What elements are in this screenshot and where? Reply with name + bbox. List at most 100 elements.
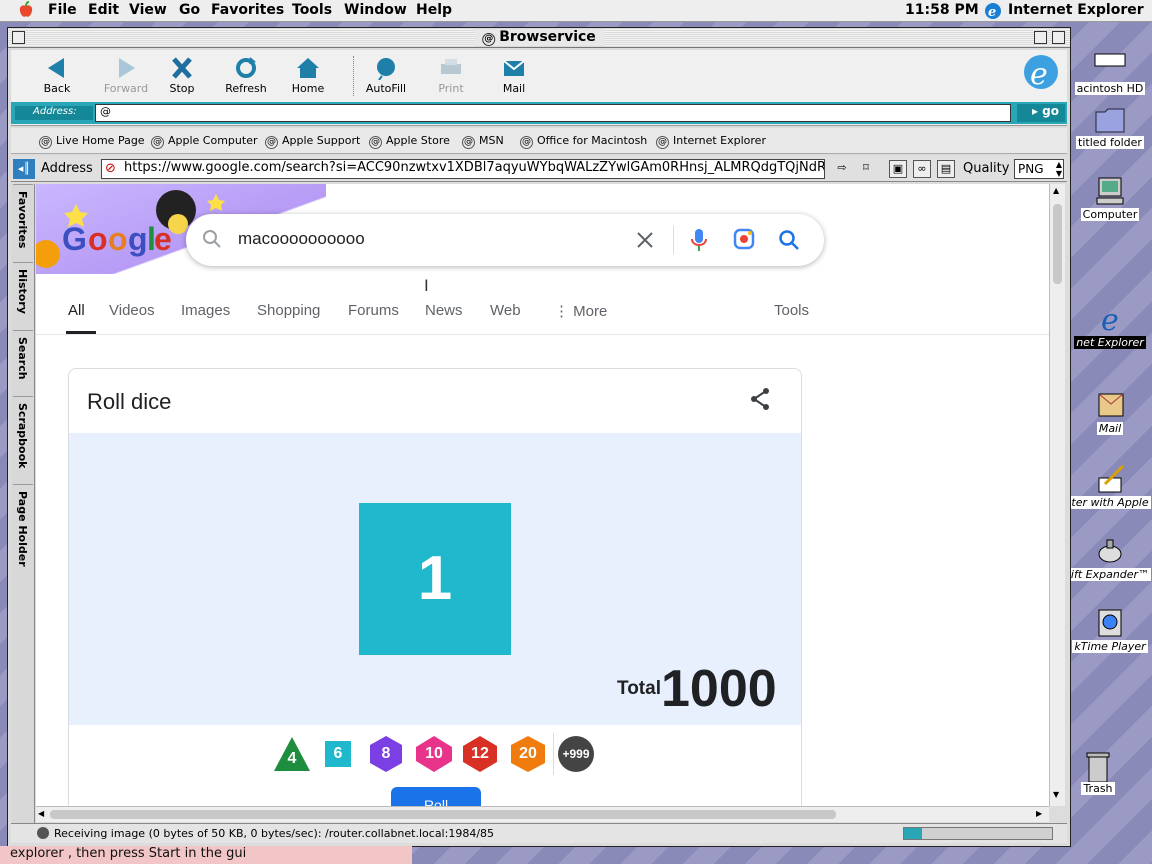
scroll-left-icon[interactable]: ◀ xyxy=(38,809,44,818)
menu-tools[interactable]: Tools xyxy=(292,2,332,18)
at-icon: @ xyxy=(39,136,52,149)
dice-roller-card: Roll dice 1 Total 1000 4 6 8 10 12 20 +9… xyxy=(68,368,802,806)
desktop-icon-quicktime[interactable]: kTime Player xyxy=(1068,608,1152,653)
app-switcher-ie-icon[interactable]: e xyxy=(984,2,1002,24)
refresh-button[interactable]: Refresh xyxy=(216,56,276,95)
stop-x-icon xyxy=(169,56,195,80)
desktop-icon-hd[interactable]: acintosh HD xyxy=(1068,50,1152,95)
zoom-box[interactable] xyxy=(1034,31,1047,44)
die-d4-button[interactable]: 4 xyxy=(273,735,311,773)
bookmark-icon[interactable]: ⌑ xyxy=(857,160,875,178)
sidebar-toggle-icon[interactable]: ◂║ xyxy=(13,159,35,179)
die-d10-button[interactable]: 10 xyxy=(415,735,453,773)
tab-forums[interactable]: Forums xyxy=(348,302,399,319)
desktop-icon-stuffit[interactable]: ift Expander™ xyxy=(1068,536,1152,581)
favorite-internet-explorer[interactable]: @ Internet Explorer xyxy=(656,134,766,149)
collapse-box[interactable] xyxy=(1052,31,1065,44)
forward-button[interactable]: Forward xyxy=(96,56,156,95)
menu-file[interactable]: File xyxy=(48,2,77,18)
page-at-icon: @ xyxy=(482,33,496,46)
tab-page-holder[interactable]: Page Holder xyxy=(13,484,33,594)
mail-icon xyxy=(1093,390,1127,420)
address-field[interactable]: @ xyxy=(95,104,1011,122)
tab-shopping[interactable]: Shopping xyxy=(257,302,320,319)
tab-favorites[interactable]: Favorites xyxy=(13,184,33,262)
desktop-icon-mail[interactable]: Mail xyxy=(1068,390,1152,435)
tab-history[interactable]: History xyxy=(13,262,33,330)
desktop-icon-ie[interactable]: e net Explorer xyxy=(1068,303,1152,349)
tab-images[interactable]: Images xyxy=(181,302,230,319)
menu-help[interactable]: Help xyxy=(416,2,452,18)
tab-all[interactable]: All xyxy=(68,302,85,319)
die-custom-button[interactable]: +999 xyxy=(557,735,595,773)
tab-search[interactable]: Search xyxy=(13,330,33,396)
favorite-apple-store[interactable]: @ Apple Store xyxy=(369,134,450,149)
favorite-live-home-page[interactable]: @ Live Home Page xyxy=(39,134,145,149)
hard-disk-icon xyxy=(1093,50,1127,80)
lens-camera-icon[interactable] xyxy=(733,228,755,254)
tab-web[interactable]: Web xyxy=(490,302,521,319)
die-d12-button[interactable]: 12 xyxy=(461,735,499,773)
favorite-msn[interactable]: @ MSN xyxy=(462,134,504,149)
desktop-icon-register[interactable]: ter with Apple xyxy=(1068,464,1152,509)
search-magnifier-icon xyxy=(202,229,222,253)
internet-explorer-icon: e xyxy=(1093,303,1127,338)
tab-videos[interactable]: Videos xyxy=(109,302,155,319)
go-arrow-icon: ▸ xyxy=(1031,104,1043,118)
svg-text:o: o xyxy=(108,221,128,257)
clipboard-icon[interactable]: ▤ xyxy=(937,160,955,178)
menu-window[interactable]: Window xyxy=(344,2,407,18)
die-d8-button[interactable]: 8 xyxy=(367,735,405,773)
close-box[interactable] xyxy=(12,31,25,44)
scroll-right-icon[interactable]: ▶ xyxy=(1036,809,1042,818)
find-binoculars-icon[interactable]: ∞ xyxy=(913,160,931,178)
die-d20-button[interactable]: 20 xyxy=(509,735,547,773)
menu-go[interactable]: Go xyxy=(179,2,200,18)
mic-icon[interactable] xyxy=(689,227,709,257)
clear-icon[interactable] xyxy=(635,230,655,254)
desktop-icon-folder[interactable]: titled folder xyxy=(1068,104,1152,149)
navigate-go-icon[interactable]: ⇨ xyxy=(833,160,851,178)
share-icon[interactable] xyxy=(749,387,771,415)
favorite-office-for-macintosh[interactable]: @ Office for Macintosh xyxy=(520,134,647,149)
horizontal-scroll-thumb[interactable] xyxy=(50,810,836,819)
back-button[interactable]: Back xyxy=(27,56,87,95)
at-icon: @ xyxy=(151,136,164,149)
vertical-scrollbar[interactable]: ▲ ▼ xyxy=(1049,184,1065,806)
apple-menu-icon[interactable] xyxy=(18,1,34,23)
vertical-scroll-thumb[interactable] xyxy=(1053,204,1062,284)
die-d6-button[interactable]: 6 xyxy=(319,735,357,773)
quality-select[interactable]: PNG ▲ ▼ xyxy=(1014,159,1064,179)
menu-view[interactable]: View xyxy=(129,2,167,18)
tab-scrapbook[interactable]: Scrapbook xyxy=(13,396,33,484)
search-input[interactable]: macoooooooooo xyxy=(238,229,365,249)
menu-favorites[interactable]: Favorites xyxy=(211,2,284,18)
save-page-icon[interactable]: ▣ xyxy=(889,160,907,178)
app-switcher-label[interactable]: Internet Explorer xyxy=(1008,2,1144,18)
menu-edit[interactable]: Edit xyxy=(88,2,119,18)
desktop-icon-computer[interactable]: Computer xyxy=(1068,176,1152,221)
roll-button[interactable]: Roll xyxy=(391,787,481,806)
scroll-down-icon[interactable]: ▼ xyxy=(1053,790,1059,799)
autofill-button[interactable]: AutoFill xyxy=(356,56,416,95)
print-button[interactable]: Print xyxy=(421,56,481,95)
scroll-up-icon[interactable]: ▲ xyxy=(1053,186,1059,195)
tab-news[interactable]: News xyxy=(425,302,463,319)
url-input[interactable]: ⊘ https://www.google.com/search?si=ACC90… xyxy=(101,159,825,179)
svg-text:e: e xyxy=(154,221,172,257)
tab-more[interactable]: ⋮ More xyxy=(554,302,607,320)
search-box[interactable]: macoooooooooo xyxy=(186,214,824,266)
title-bar[interactable]: @ Browservice xyxy=(8,28,1070,48)
stop-button[interactable]: Stop xyxy=(152,56,212,95)
favorite-apple-support[interactable]: @ Apple Support xyxy=(265,134,360,149)
tab-tools[interactable]: Tools xyxy=(774,302,809,319)
status-bar: Receiving image (0 bytes of 50 KB, 0 byt… xyxy=(11,823,1067,843)
horizontal-scrollbar[interactable]: ◀ ▶ xyxy=(36,806,1049,822)
menubar-clock[interactable]: 11:58 PM xyxy=(905,2,979,18)
search-submit-icon[interactable] xyxy=(778,229,800,255)
url-label: Address xyxy=(41,161,93,176)
favorite-apple-computer[interactable]: @ Apple Computer xyxy=(151,134,258,149)
home-button[interactable]: Home xyxy=(278,56,338,95)
go-button[interactable]: ▸ go xyxy=(1017,104,1065,122)
mail-button[interactable]: Mail xyxy=(484,56,544,95)
